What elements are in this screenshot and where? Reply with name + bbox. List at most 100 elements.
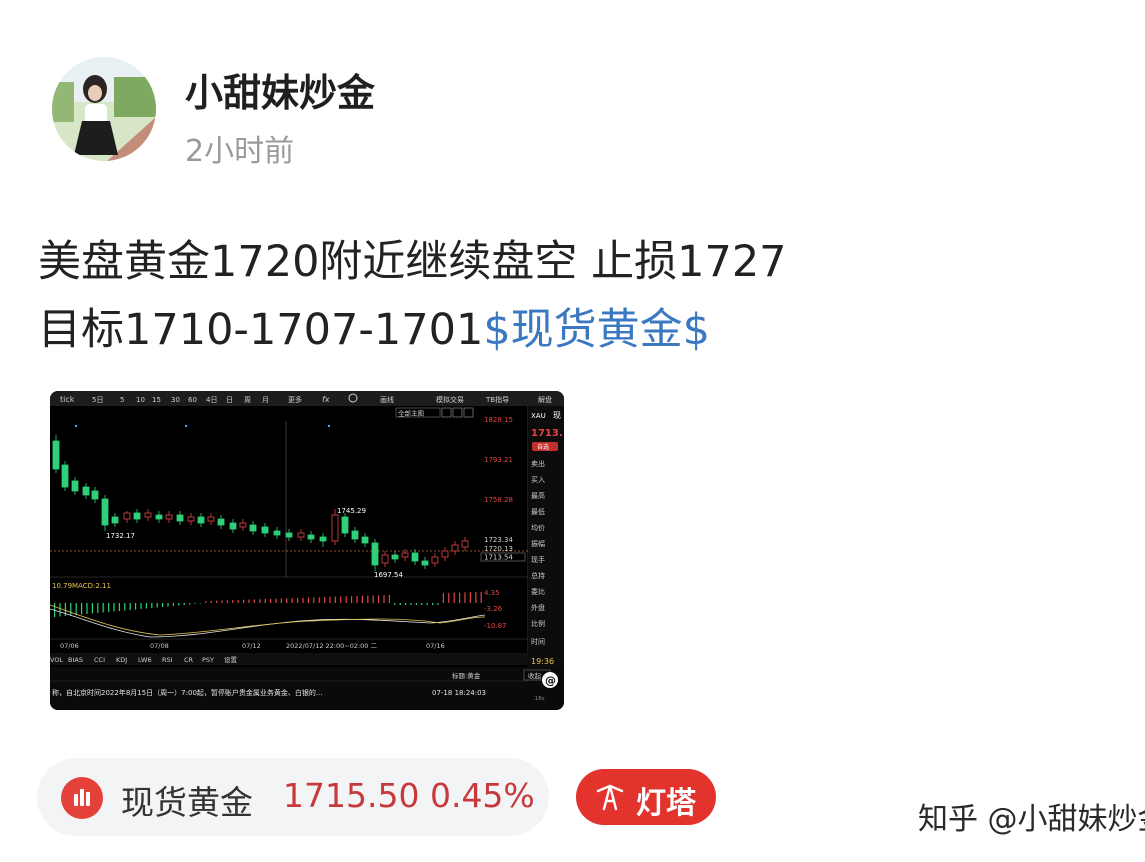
candle-body: [91, 490, 99, 500]
price-axis-label: 1723.34: [484, 536, 513, 544]
toolbar-item[interactable]: 画线: [380, 395, 394, 404]
watermark: 知乎 @小甜妹炒金: [918, 802, 1145, 837]
indicator-tab[interactable]: PSY: [202, 656, 214, 664]
candle-body: [239, 522, 247, 528]
indicator-tab[interactable]: BIAS: [68, 656, 83, 664]
macd-bar: [313, 597, 315, 603]
chart-main-selector[interactable]: 全部主图: [398, 409, 424, 418]
macd-bar: [340, 596, 342, 603]
indicator-tab[interactable]: 设置: [224, 655, 238, 664]
macd-bar: [437, 603, 439, 605]
toolbar-item[interactable]: 5: [120, 396, 124, 404]
toolbar-item[interactable]: fx: [322, 395, 330, 404]
candle-body: [401, 552, 409, 558]
macd-bar: [97, 603, 99, 613]
macd-bar: [210, 600, 212, 603]
macd-bar: [91, 603, 93, 614]
author-avatar[interactable]: [52, 57, 156, 161]
candle-body: [297, 532, 305, 538]
macd-bar: [156, 603, 158, 608]
macd-bar: [264, 599, 266, 603]
macd-bar: [415, 603, 417, 605]
quote-pill[interactable]: 现货黄金 1715.50 0.45%: [37, 758, 549, 836]
candle-body: [217, 518, 225, 526]
svg-text:@: @: [545, 674, 556, 687]
candle-body: [123, 512, 131, 520]
toolbar-item[interactable]: 模拟交易: [436, 395, 464, 404]
rp-label: 比例: [531, 619, 545, 628]
post-text: 美盘黄金1720附近继续盘空 止损1727 目标1710-1707-1701$现…: [38, 228, 1118, 364]
macd-bar: [426, 603, 428, 605]
rp-symbol-cn: 现: [553, 411, 561, 420]
rp-favorite-badge[interactable]: 自选: [537, 443, 549, 451]
candle-body: [341, 516, 349, 534]
toolbar-item[interactable]: 60: [188, 396, 197, 404]
macd-bar: [59, 603, 61, 617]
candle-body: [207, 516, 215, 522]
toolbar-item[interactable]: 月: [262, 396, 269, 404]
candle-body: [319, 536, 327, 542]
macd-bar: [232, 600, 234, 603]
macd-bar: [286, 598, 288, 603]
toolbar-item[interactable]: 解盘: [538, 395, 552, 404]
macd-bar: [226, 600, 228, 603]
toolbar-item[interactable]: 5日: [92, 396, 103, 404]
rp-label: 总持: [531, 571, 545, 580]
toolbar-item[interactable]: TB指导: [485, 395, 509, 404]
macd-bar: [118, 603, 120, 611]
candle-body: [101, 498, 109, 526]
lighthouse-button[interactable]: 灯塔: [576, 769, 716, 825]
indicator-tab[interactable]: RSI: [162, 656, 173, 664]
macd-bar: [248, 599, 250, 603]
macd-bar: [367, 595, 369, 603]
toolbar-item[interactable]: 15: [152, 396, 161, 404]
toolbar-item[interactable]: 日: [226, 396, 233, 404]
chart-screenshot[interactable]: tick 5日 5 10 15 30 60 4日 日 周 月 更多 fx 画线 …: [50, 391, 564, 710]
indicator-tab[interactable]: VOL: [50, 656, 63, 664]
macd-bar: [388, 594, 390, 603]
macd-axis-label: -3.26: [484, 605, 503, 613]
macd-bar: [329, 596, 331, 603]
toolbar-item[interactable]: 周: [244, 396, 251, 404]
candle-body: [165, 514, 173, 520]
macd-bar: [410, 603, 412, 605]
candle-body: [371, 542, 379, 566]
macd-bar: [140, 603, 142, 609]
candle-body: [111, 516, 119, 524]
macd-bar: [453, 592, 455, 603]
candle-body: [71, 480, 79, 492]
macd-bar: [216, 600, 218, 603]
candle-body: [421, 560, 429, 566]
candle-body: [331, 514, 339, 542]
bar-chart-icon: [61, 777, 103, 819]
point-label-high: 1745.29: [337, 507, 366, 515]
macd-bar: [102, 603, 104, 613]
macd-bar: [475, 592, 477, 603]
macd-bar: [318, 597, 320, 603]
indicator-tab[interactable]: CCI: [94, 656, 105, 664]
candle-body: [307, 534, 315, 540]
rp-label: 买入: [531, 476, 545, 484]
rp-price: 1713.: [531, 428, 563, 439]
candle-body: [187, 516, 195, 522]
macd-bar: [394, 603, 396, 605]
macd-bar: [464, 592, 466, 603]
toolbar-item[interactable]: 更多: [288, 395, 302, 404]
topic-link[interactable]: $现货黄金$: [483, 305, 710, 355]
indicator-tab[interactable]: LW6: [138, 656, 152, 664]
rp-label: 均价: [531, 523, 545, 532]
author-name[interactable]: 小甜妹炒金: [185, 62, 375, 117]
macd-bar: [480, 591, 482, 603]
indicator-tab[interactable]: KDJ: [116, 656, 127, 664]
toolbar-item[interactable]: tick: [60, 395, 75, 404]
date-label: 2022/07/12 22:00~02:00 二: [286, 642, 378, 650]
toolbar-item[interactable]: 4日: [206, 396, 217, 404]
candle-body: [441, 550, 449, 558]
news-collapse-button[interactable]: 收起: [528, 671, 542, 680]
macd-bar: [421, 603, 423, 605]
macd-bar: [129, 603, 131, 610]
toolbar-item[interactable]: 30: [171, 396, 180, 404]
indicator-tab[interactable]: CR: [184, 656, 194, 664]
toolbar-item[interactable]: 10: [136, 396, 145, 404]
news-item-text[interactable]: 称，自北京时间2022年8月15日（周一）7:00起，暂停账户贵金属业务黄金、白…: [52, 688, 323, 697]
